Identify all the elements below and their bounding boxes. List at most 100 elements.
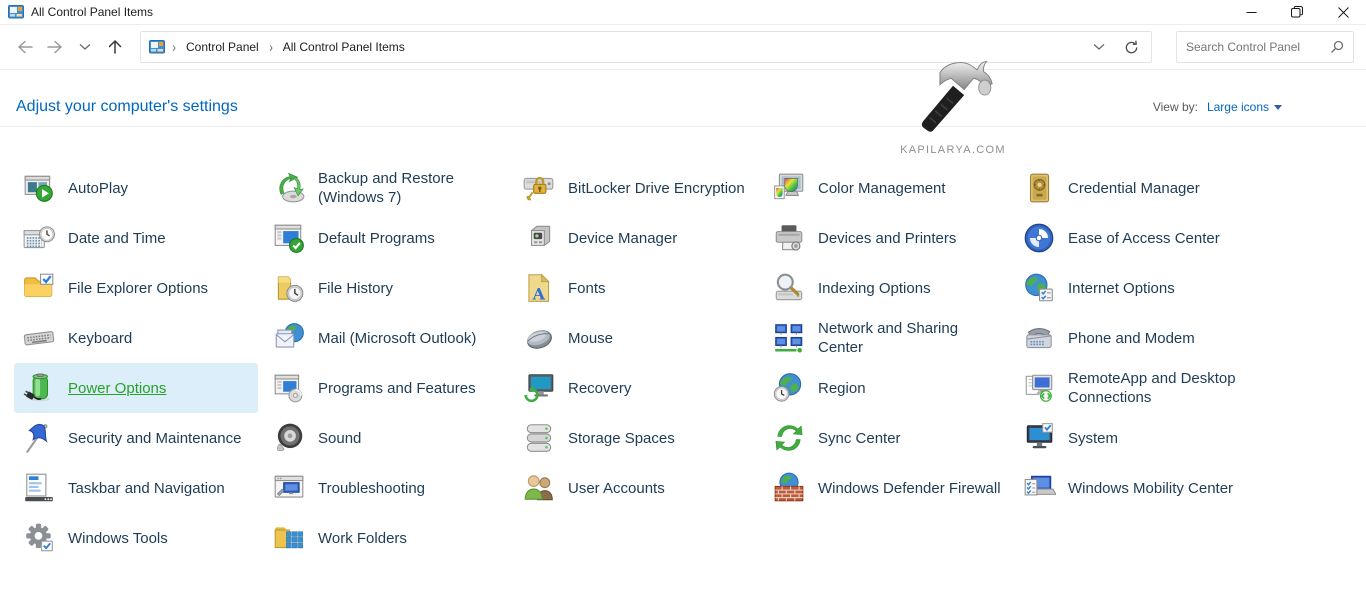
item-troubleshooting[interactable]: Troubleshooting [264, 463, 508, 513]
windows-tools-icon [21, 520, 57, 556]
item-date-and-time[interactable]: Date and Time [14, 213, 258, 263]
recent-locations-button[interactable] [70, 32, 100, 62]
item-label: System [1068, 429, 1118, 448]
item-internet-options[interactable]: Internet Options [1014, 263, 1258, 313]
control-panel-window-icon [8, 4, 24, 20]
item-label: Backup and Restore (Windows 7) [318, 169, 501, 207]
ease-of-access-icon [1021, 220, 1057, 256]
item-user-accounts[interactable]: User Accounts [514, 463, 758, 513]
item-label: BitLocker Drive Encryption [568, 179, 745, 198]
color-management-icon [771, 170, 807, 206]
item-sync-center[interactable]: Sync Center [764, 413, 1008, 463]
item-devices-and-printers[interactable]: Devices and Printers [764, 213, 1008, 263]
item-bitlocker-drive-encryption[interactable]: BitLocker Drive Encryption [514, 163, 758, 213]
item-label: Keyboard [68, 329, 132, 348]
item-label: Programs and Features [318, 379, 476, 398]
default-programs-icon [271, 220, 307, 256]
item-device-manager[interactable]: Device Manager [514, 213, 758, 263]
item-storage-spaces[interactable]: Storage Spaces [514, 413, 758, 463]
back-arrow-icon [16, 39, 34, 55]
item-windows-defender-firewall[interactable]: Windows Defender Firewall [764, 463, 1008, 513]
search-icon[interactable] [1330, 40, 1344, 54]
item-label: File Explorer Options [68, 279, 208, 298]
firewall-icon [771, 470, 807, 506]
item-network-and-sharing-center[interactable]: Network and Sharing Center [764, 313, 1008, 363]
storage-spaces-icon [521, 420, 557, 456]
item-backup-and-restore-windows-7[interactable]: Backup and Restore (Windows 7) [264, 163, 508, 213]
item-windows-mobility-center[interactable]: Windows Mobility Center [1014, 463, 1258, 513]
address-dropdown-chevron-icon[interactable] [1085, 43, 1113, 51]
item-work-folders[interactable]: Work Folders [264, 513, 508, 563]
address-breadcrumb-bar[interactable]: › Control Panel › All Control Panel Item… [140, 31, 1152, 63]
minimize-button[interactable] [1228, 0, 1274, 24]
back-button[interactable] [10, 32, 40, 62]
breadcrumb-control-panel[interactable]: Control Panel [183, 38, 262, 56]
up-button[interactable] [100, 32, 130, 62]
item-label: Internet Options [1068, 279, 1175, 298]
keyboard-icon [21, 320, 57, 356]
item-label: File History [318, 279, 393, 298]
devices-printers-icon [771, 220, 807, 256]
item-programs-and-features[interactable]: Programs and Features [264, 363, 508, 413]
refresh-icon[interactable] [1120, 40, 1143, 55]
network-sharing-icon [771, 320, 807, 356]
item-label: Fonts [568, 279, 606, 298]
up-arrow-icon [107, 39, 123, 55]
mail-icon [271, 320, 307, 356]
item-phone-and-modem[interactable]: Phone and Modem [1014, 313, 1258, 363]
item-label: Default Programs [318, 229, 435, 248]
view-by-label: View by: [1153, 100, 1198, 114]
item-indexing-options[interactable]: Indexing Options [764, 263, 1008, 313]
item-label: AutoPlay [68, 179, 128, 198]
restore-button[interactable] [1274, 0, 1320, 24]
item-color-management[interactable]: Color Management [764, 163, 1008, 213]
item-mouse[interactable]: Mouse [514, 313, 758, 363]
item-file-history[interactable]: File History [264, 263, 508, 313]
item-windows-tools[interactable]: Windows Tools [14, 513, 258, 563]
item-autoplay[interactable]: AutoPlay [14, 163, 258, 213]
file-history-icon [271, 270, 307, 306]
item-label: Sound [318, 429, 361, 448]
item-file-explorer-options[interactable]: File Explorer Options [14, 263, 258, 313]
item-label: Device Manager [568, 229, 677, 248]
item-label: Windows Tools [68, 529, 168, 548]
search-box[interactable] [1176, 31, 1354, 63]
remoteapp-icon [1021, 370, 1057, 406]
view-by-dropdown[interactable]: View by: Large icons [1153, 100, 1282, 114]
backup-restore-icon [271, 170, 307, 206]
item-label: Recovery [568, 379, 631, 398]
chevron-down-icon [79, 43, 91, 51]
item-label: Phone and Modem [1068, 329, 1195, 348]
item-system[interactable]: System [1014, 413, 1258, 463]
control-panel-address-icon [149, 39, 165, 55]
item-sound[interactable]: Sound [264, 413, 508, 463]
item-label: Security and Maintenance [68, 429, 241, 448]
security-maintenance-icon [21, 420, 57, 456]
search-input[interactable] [1186, 40, 1330, 54]
item-mail-microsoft-outlook[interactable]: Mail (Microsoft Outlook) [264, 313, 508, 363]
items-grid: AutoPlay Backup and Restore (Windows 7) Bi… [14, 163, 1366, 563]
item-taskbar-and-navigation[interactable]: Taskbar and Navigation [14, 463, 258, 513]
item-region[interactable]: Region [764, 363, 1008, 413]
close-button[interactable] [1320, 0, 1366, 24]
item-label: Indexing Options [818, 279, 931, 298]
item-label: RemoteApp and Desktop Connections [1068, 369, 1251, 407]
item-label: Devices and Printers [818, 229, 956, 248]
window-titlebar: All Control Panel Items [0, 0, 1366, 25]
item-recovery[interactable]: Recovery [514, 363, 758, 413]
item-power-options[interactable]: Power Options [14, 363, 258, 413]
forward-button[interactable] [40, 32, 70, 62]
item-keyboard[interactable]: Keyboard [14, 313, 258, 363]
item-default-programs[interactable]: Default Programs [264, 213, 508, 263]
item-security-and-maintenance[interactable]: Security and Maintenance [14, 413, 258, 463]
mouse-icon [521, 320, 557, 356]
item-ease-of-access-center[interactable]: Ease of Access Center [1014, 213, 1258, 263]
item-credential-manager[interactable]: Credential Manager [1014, 163, 1258, 213]
item-remoteapp-and-desktop-connections[interactable]: RemoteApp and Desktop Connections [1014, 363, 1258, 413]
user-accounts-icon [521, 470, 557, 506]
credential-manager-icon [1021, 170, 1057, 206]
view-by-value[interactable]: Large icons [1207, 100, 1269, 114]
item-fonts[interactable]: AFonts [514, 263, 758, 313]
breadcrumb-all-control-panel-items[interactable]: All Control Panel Items [280, 38, 408, 56]
taskbar-navigation-icon [21, 470, 57, 506]
